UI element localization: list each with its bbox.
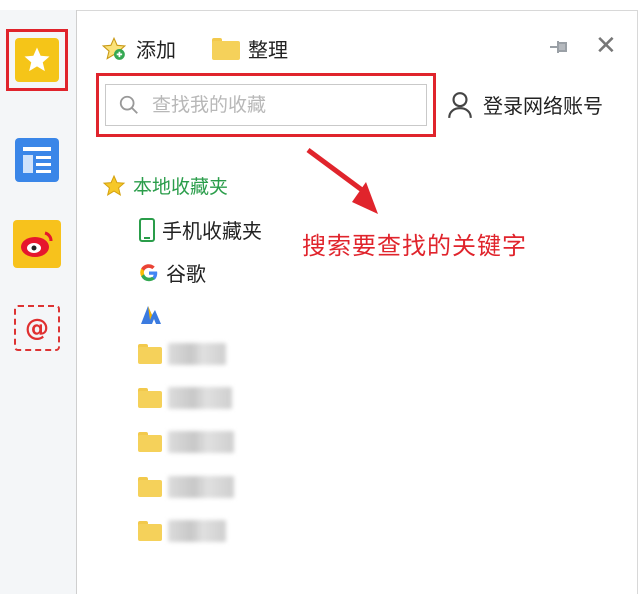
sidebar-item-favorites[interactable] [6,29,68,91]
annotation-text: 搜索要查找的关键字 [302,232,527,260]
bookmark-logo-icon [141,306,161,324]
right-border [637,10,638,594]
search-highlight [96,73,436,137]
blurred-label [168,431,234,453]
organize-button[interactable]: 整理 [212,34,288,63]
folder-icon [138,344,162,364]
list-item[interactable] [138,520,226,542]
list-item[interactable] [138,431,234,453]
list-item[interactable] [138,302,170,328]
blurred-label [168,520,226,542]
list-item[interactable] [138,387,232,409]
folder-icon [138,477,162,497]
login-label: 登录网络账号 [483,94,603,118]
sidebar-item-news[interactable] [9,132,65,188]
phone-icon [139,217,155,242]
top-border [76,10,638,11]
local-favorites-label: 本地收藏夹 [133,176,229,198]
search-icon [119,95,138,114]
news-icon [15,138,59,182]
sidebar-item-weibo[interactable] [9,216,65,272]
annotation-arrow-icon [306,147,378,214]
folder-icon [138,432,162,452]
mail-at-icon: @ [14,305,60,351]
sidebar-item-mail[interactable]: @ [9,300,65,356]
google-icon [140,263,158,281]
folder-icon [138,388,162,408]
list-item-label: 谷歌 [166,262,206,286]
window-top [0,0,640,10]
user-icon [448,91,472,118]
local-favorites-folder[interactable]: 本地收藏夹 [101,172,228,199]
search-field[interactable] [105,84,427,126]
star-add-icon [101,36,127,60]
list-item[interactable] [138,343,226,365]
star-icon [15,38,59,82]
add-label: 添加 [136,38,176,62]
blurred-label [168,476,234,498]
star-icon [102,174,126,196]
list-item[interactable]: 谷歌 [138,258,206,287]
list-item-label: 手机收藏夹 [162,219,262,243]
folder-icon [138,521,162,541]
pin-icon[interactable] [547,37,571,62]
search-input[interactable] [150,93,414,117]
close-icon[interactable]: ✕ [595,33,617,59]
blurred-label [168,343,226,365]
organize-label: 整理 [248,38,288,62]
list-item[interactable]: 手机收藏夹 [138,215,262,244]
weibo-icon [13,220,61,268]
panel-divider [76,10,77,594]
sidebar: @ [0,10,77,594]
login-button[interactable]: 登录网络账号 [447,90,603,119]
list-item[interactable] [138,476,234,498]
blurred-label [168,387,232,409]
folder-icon [212,37,240,60]
add-button[interactable]: 添加 [100,34,176,63]
